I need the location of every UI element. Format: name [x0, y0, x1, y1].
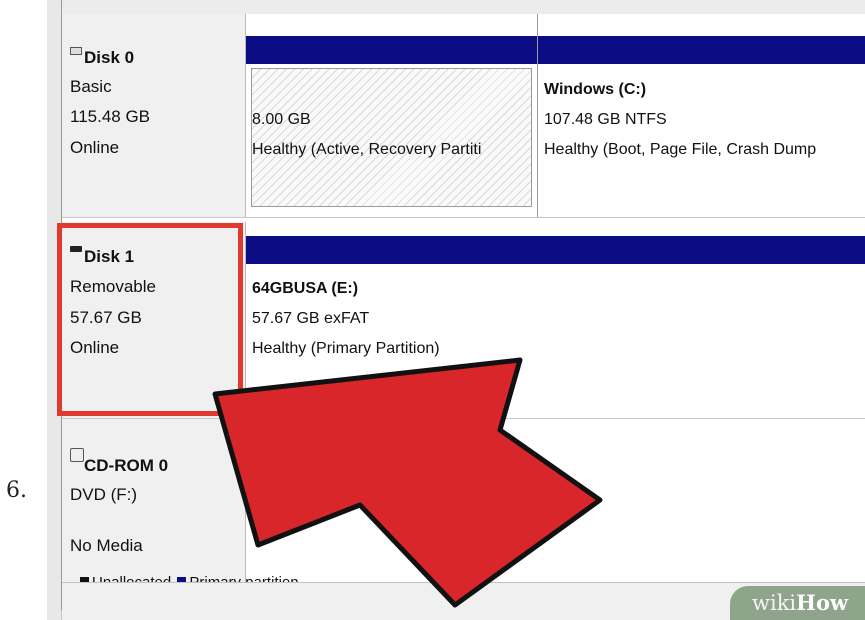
disk-row-cdrom[interactable]: CD-ROM 0 DVD (F:) No Media	[62, 419, 865, 587]
wikihow-watermark: wikiHow	[730, 586, 865, 620]
hard-disk-icon	[70, 47, 82, 55]
partition-size: 8.00 GB	[252, 111, 311, 128]
disk-size: 115.48 GB	[70, 107, 151, 126]
partition-label: Windows (C:)	[544, 81, 647, 98]
partition-bar	[246, 236, 865, 264]
step-number: 6.	[6, 478, 27, 503]
partition-size: 107.48 GB NTFS	[544, 111, 667, 128]
partition-health: Healthy (Boot, Page File, Crash Dump	[544, 141, 817, 158]
partition-recovery[interactable]: 8.00 GB Healthy (Active, Recovery Partit…	[246, 14, 538, 217]
scroll-top-strip	[62, 0, 865, 15]
disk-name: CD-ROM 0	[84, 456, 169, 475]
disk-1-highlight-box	[57, 223, 243, 416]
partition-usb[interactable]: 64GBUSA (E:) 57.67 GB exFAT Healthy (Pri…	[246, 222, 865, 418]
disk-status: No Media	[70, 536, 143, 555]
partition-health: Healthy (Primary Partition)	[252, 340, 440, 357]
disk-status: Online	[70, 138, 120, 157]
partition-bar	[246, 36, 537, 64]
partition-health: Healthy (Active, Recovery Partiti	[252, 141, 482, 158]
disk-name: Disk 0	[84, 48, 135, 67]
disk-type: DVD (F:)	[70, 485, 138, 504]
cdrom-0-info[interactable]: CD-ROM 0 DVD (F:) No Media	[62, 419, 246, 587]
partition-selected-hatch	[251, 68, 532, 207]
cdrom-empty-area	[246, 419, 865, 587]
partition-label: 64GBUSA (E:)	[252, 280, 359, 297]
cd-drive-icon	[70, 448, 84, 462]
disk-0-info[interactable]: Disk 0 Basic 115.48 GB Online	[62, 14, 246, 217]
partition-windows[interactable]: Windows (C:) 107.48 GB NTFS Healthy (Boo…	[538, 14, 865, 217]
disk-row-0[interactable]: Disk 0 Basic 115.48 GB Online 8.00 GB He…	[62, 14, 865, 218]
partition-bar	[538, 36, 865, 64]
disk-type: Basic	[70, 77, 112, 96]
partition-size: 57.67 GB exFAT	[252, 310, 370, 327]
